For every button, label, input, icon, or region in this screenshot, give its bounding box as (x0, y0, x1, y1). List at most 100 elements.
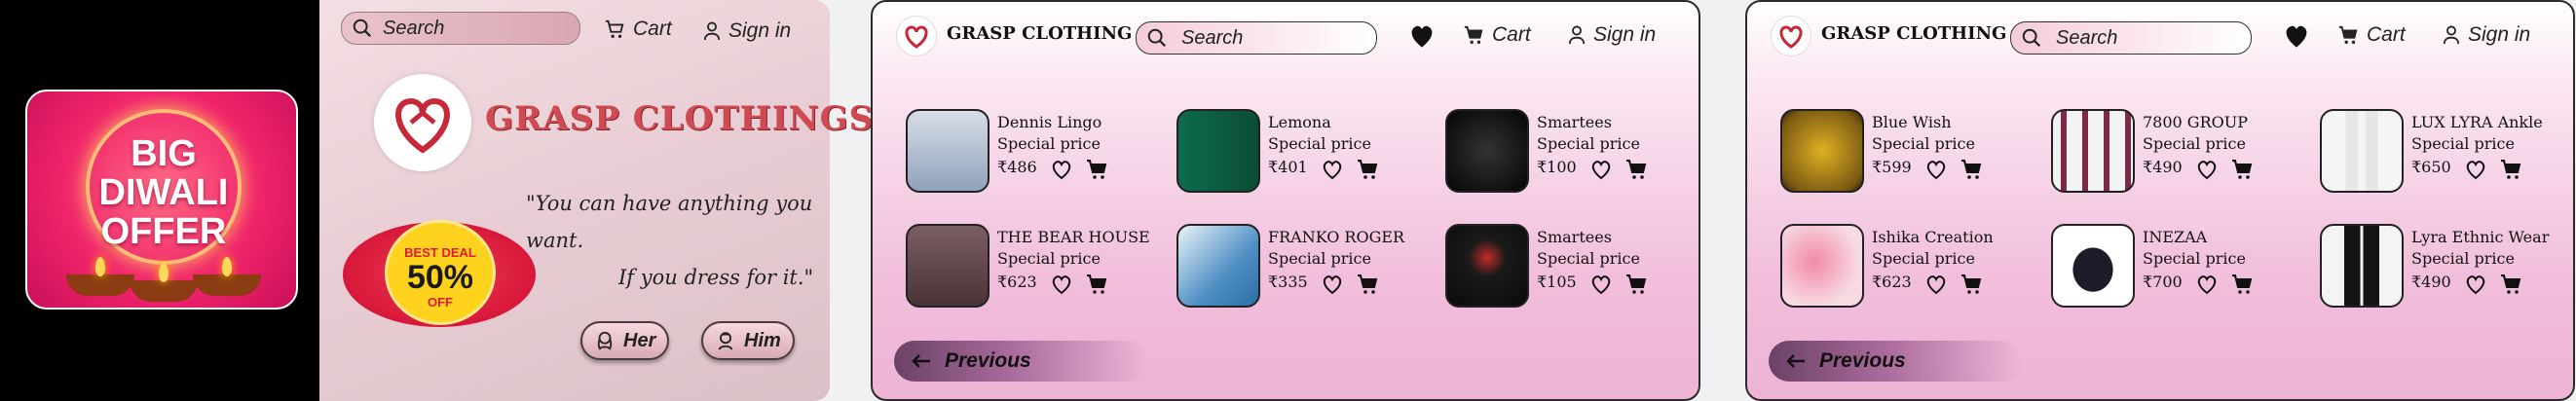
deal-off: OFF (428, 295, 453, 310)
product-card[interactable]: LUX LYRA Ankle Special price ₹650 (2320, 109, 2573, 193)
product-image-jeans-blue[interactable] (1176, 224, 1260, 308)
product-card[interactable]: THE BEAR HOUSE Special price ₹623 (906, 224, 1169, 308)
cart-label: Cart (2367, 23, 2406, 46)
cart-link[interactable]: Cart (2337, 23, 2406, 47)
product-image-kurta-yellow[interactable] (1780, 109, 1864, 193)
add-to-cart-icon[interactable] (2230, 273, 2254, 296)
brand-logo[interactable] (1771, 16, 1811, 56)
heart-hanger-logo-icon (905, 25, 928, 49)
promo-text: BIG DIWALI OFFER (27, 134, 296, 251)
previous-button[interactable]: Previous (894, 341, 1147, 382)
product-image-suit-pink[interactable] (1780, 224, 1864, 308)
product-card[interactable]: Lyra Ethnic Wear Special price ₹490 (2320, 224, 2573, 308)
search-input[interactable]: Search (1136, 21, 1377, 55)
add-to-cart-icon[interactable] (1624, 158, 1648, 181)
product-price: ₹486 (997, 158, 1037, 176)
diya-lamp (66, 274, 134, 296)
heart-icon[interactable] (1589, 158, 1613, 181)
heart-icon[interactable] (1321, 273, 1344, 296)
cart-link[interactable]: Cart (604, 18, 672, 41)
product-name: Blue Wish (1872, 113, 1952, 131)
brand-logo[interactable] (374, 74, 471, 171)
product-card[interactable]: Dennis Lingo Special price ₹486 (906, 109, 1169, 193)
flame-icon (222, 257, 232, 276)
signin-link[interactable]: Sign in (1568, 23, 1656, 47)
product-image-leggings-white[interactable] (2320, 109, 2404, 193)
heart-icon[interactable] (1589, 273, 1613, 296)
product-price: ₹490 (2143, 158, 2183, 176)
product-card[interactable]: Smartees Special price ₹100 (1445, 109, 1699, 193)
heart-icon[interactable] (1924, 273, 1948, 296)
product-card[interactable]: Smartees Special price ₹105 (1445, 224, 1699, 308)
product-card[interactable]: INEZAA Special price ₹700 (2051, 224, 2314, 308)
product-tag: Special price (997, 249, 1101, 268)
deal-top: BEST DEAL (404, 245, 476, 260)
product-card[interactable]: Lemona Special price ₹401 (1176, 109, 1439, 193)
signin-label: Sign in (2468, 23, 2531, 46)
cart-icon (1464, 25, 1483, 44)
product-price: ₹401 (1268, 158, 1308, 176)
add-to-cart-icon[interactable] (1960, 273, 1983, 296)
brand-logo[interactable] (896, 16, 937, 56)
product-image-dress-stripe[interactable] (2051, 109, 2135, 193)
signin-label: Sign in (728, 19, 792, 42)
heart-icon[interactable] (1050, 158, 1073, 181)
flame-icon (159, 263, 168, 282)
previous-label: Previous (945, 349, 1031, 372)
heart-icon[interactable] (2195, 273, 2219, 296)
add-to-cart-icon[interactable] (1085, 273, 1108, 296)
product-image-dress-floral[interactable] (2051, 224, 2135, 308)
search-input[interactable]: Search (2010, 21, 2252, 55)
search-input[interactable]: Search (341, 12, 580, 45)
product-card[interactable]: FRANKO ROGER Special price ₹335 (1176, 224, 1439, 308)
product-name: Lyra Ethnic Wear (2411, 228, 2550, 246)
product-price: ₹623 (1872, 273, 1912, 291)
product-image-tshirt-boys[interactable] (1445, 224, 1529, 308)
signin-link[interactable]: Sign in (2443, 23, 2530, 47)
add-to-cart-icon[interactable] (1624, 273, 1648, 296)
diya-lamp (193, 274, 261, 296)
product-image-jeans-dark[interactable] (1176, 109, 1260, 193)
brand-title: GRASP CLOTHING (947, 23, 1133, 44)
search-icon (353, 18, 372, 38)
user-icon (2443, 25, 2460, 45)
previous-button[interactable]: Previous (1769, 341, 2022, 382)
cart-link[interactable]: Cart (1463, 23, 1531, 47)
heart-icon[interactable] (1321, 158, 1344, 181)
add-to-cart-icon[interactable] (1085, 158, 1108, 181)
heart-icon[interactable] (1924, 158, 1948, 181)
search-placeholder: Search (2056, 26, 2118, 49)
product-card[interactable]: Ishika Creation Special price ₹623 (1780, 224, 2043, 308)
signin-label: Sign in (1593, 23, 1657, 46)
product-tag: Special price (2143, 249, 2246, 268)
add-to-cart-icon[interactable] (1356, 158, 1379, 181)
product-card[interactable]: Blue Wish Special price ₹599 (1780, 109, 2043, 193)
add-to-cart-icon[interactable] (2230, 158, 2254, 181)
him-button[interactable]: Him (701, 321, 795, 360)
wishlist-heart-icon[interactable] (1408, 23, 1436, 49)
add-to-cart-icon[interactable] (2499, 158, 2522, 181)
product-image-shirt-white[interactable] (906, 109, 989, 193)
heart-icon[interactable] (2464, 158, 2487, 181)
product-image-leggings-black[interactable] (2320, 224, 2404, 308)
product-image-shirt-check[interactable] (906, 224, 989, 308)
shop-him-screen: GRASP CLOTHING Search Cart Sign in Denni… (871, 0, 1700, 401)
diwali-offer-banner[interactable]: BIG DIWALI OFFER (25, 90, 298, 310)
her-button[interactable]: Her (580, 321, 670, 360)
wishlist-heart-icon[interactable] (2283, 23, 2310, 49)
product-price: ₹105 (1537, 273, 1577, 291)
cart-icon (2338, 25, 2358, 44)
add-to-cart-icon[interactable] (2499, 273, 2522, 296)
promo-line-2: DIWALI (98, 172, 229, 213)
product-image-tshirt-black[interactable] (1445, 109, 1529, 193)
heart-icon[interactable] (1050, 273, 1073, 296)
product-card[interactable]: 7800 GROUP Special price ₹490 (2051, 109, 2314, 193)
quote-line-2: If you dress for it." (618, 266, 814, 289)
add-to-cart-icon[interactable] (1960, 158, 1983, 181)
add-to-cart-icon[interactable] (1356, 273, 1379, 296)
heart-icon[interactable] (2195, 158, 2219, 181)
previous-label: Previous (1819, 349, 1906, 372)
heart-icon[interactable] (2464, 273, 2487, 296)
signin-link[interactable]: Sign in (703, 19, 791, 43)
product-name: LUX LYRA Ankle (2411, 113, 2543, 131)
